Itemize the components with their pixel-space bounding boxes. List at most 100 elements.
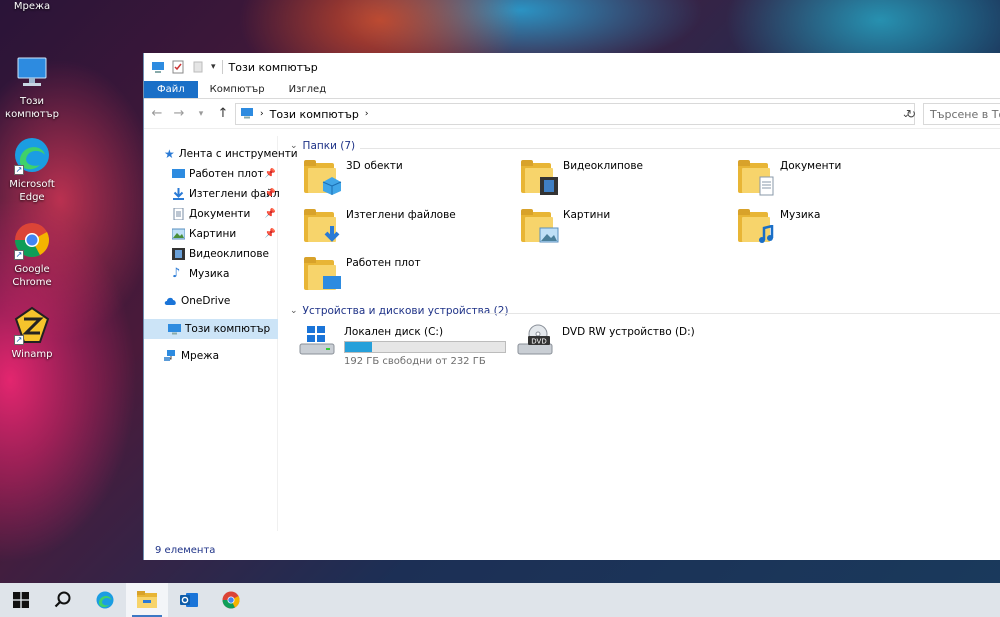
properties-icon[interactable] [171, 60, 185, 74]
music-note-icon: ♪ [172, 266, 181, 281]
folder-3d-objects[interactable]: 3D обекти [304, 160, 403, 195]
back-arrow-icon[interactable]: ← [150, 106, 164, 121]
search-icon [54, 591, 71, 608]
sidebar-item-label: Този компютър [185, 323, 271, 335]
desktop-icon-label: Winamp [11, 349, 53, 360]
tab-computer[interactable]: Компютър [198, 81, 277, 98]
desktop-icon-label: Мрежа [13, 1, 51, 12]
sidebar-item-label: Видеоклипове [189, 248, 269, 260]
search-input[interactable]: Търсене в Този компютър [923, 103, 1000, 125]
pin-icon[interactable]: 📌 [265, 229, 276, 239]
pin-icon[interactable]: 📌 [265, 169, 276, 179]
drive-c[interactable]: Локален диск (C:) 192 ГБ свободни от 232… [298, 324, 506, 367]
folder-desktop-icon [304, 257, 341, 291]
folder-name: Работен плот [346, 257, 421, 269]
folder-pictures-icon [521, 209, 559, 243]
sidebar-item-label: OneDrive [181, 295, 231, 307]
collapse-chevron-icon[interactable]: ⌄ [290, 306, 298, 316]
taskbar-file-explorer-button[interactable] [126, 583, 168, 617]
taskbar-edge-button[interactable] [84, 583, 126, 617]
drive-name: Локален диск (C:) [344, 326, 444, 338]
sidebar-item-desktop[interactable]: Работен плот 📌 [144, 164, 278, 184]
breadcrumb-separator-icon[interactable]: › [260, 109, 264, 119]
desktop-icon-chrome[interactable]: ↗ Google Chrome [2, 220, 62, 289]
sidebar-item-downloads[interactable]: Изтеглени файл 📌 [144, 184, 280, 204]
start-button[interactable] [0, 583, 42, 617]
folder-music[interactable]: Музика [738, 209, 820, 243]
desktop-icon-label: Microsoft Edge [9, 179, 55, 203]
navigation-pane: ★ Лента с инструменти Работен плот 📌 Изт… [144, 136, 298, 531]
sidebar-item-onedrive[interactable]: OneDrive [144, 291, 278, 311]
quick-access-dropdown-icon[interactable]: ▾ [211, 62, 216, 72]
collapse-chevron-icon[interactable]: ⌄ [290, 141, 298, 151]
windows-logo-icon [13, 592, 29, 608]
sidebar-item-label: Картини [189, 228, 237, 240]
folder-downloads[interactable]: Изтеглени файлове [304, 209, 456, 243]
status-bar-item-count: 9 елемента [155, 545, 216, 556]
cloud-icon [164, 295, 177, 307]
folder-desktop[interactable]: Работен плот [304, 257, 421, 291]
outlook-icon [180, 593, 198, 607]
breadcrumb[interactable]: Този компютър [270, 108, 359, 121]
folder-video-icon [521, 160, 558, 195]
picture-icon [171, 228, 186, 240]
search-button[interactable] [42, 583, 84, 617]
sidebar-item-music[interactable]: ♪ Музика [144, 264, 278, 284]
group-header-label: Папки (7) [302, 140, 356, 152]
drive-usage-fill [345, 342, 373, 352]
hard-drive-icon [298, 324, 336, 360]
desktop-icon-network[interactable]: Мрежа [2, 0, 62, 13]
desktop-icon-edge[interactable]: ↗ Microsoft Edge [2, 135, 62, 204]
refresh-icon[interactable]: ↻ [901, 103, 921, 125]
folder-name: Изтеглени файлове [346, 209, 456, 221]
file-explorer-icon [137, 591, 157, 608]
ribbon-tabs: Файл Компютър Изглед [144, 81, 1000, 99]
edge-icon [96, 591, 114, 609]
sidebar-item-quick-access[interactable]: ★ Лента с инструменти [144, 144, 298, 164]
sidebar-item-pictures[interactable]: Картини 📌 [144, 224, 278, 244]
sidebar-item-documents[interactable]: Документи 📌 [144, 204, 278, 224]
tab-file[interactable]: Файл [144, 81, 198, 98]
taskbar-chrome-button[interactable] [210, 583, 252, 617]
taskbar-outlook-button[interactable] [168, 583, 210, 617]
up-arrow-icon[interactable]: ↑ [216, 106, 230, 121]
star-icon: ★ [164, 147, 175, 161]
desktop-icon-this-pc[interactable]: Този компютър [2, 52, 62, 121]
svg-text:DVD: DVD [531, 338, 546, 346]
folder-music-icon [738, 209, 774, 243]
folder-name: Документи [780, 160, 842, 172]
desktop-icon [172, 168, 185, 180]
tab-view[interactable]: Изглед [277, 81, 339, 98]
folder-3d-icon [304, 160, 342, 195]
folders-group-header[interactable]: ⌄ Папки (7) [290, 140, 355, 152]
address-bar[interactable]: › Този компютър › ⌄ [235, 103, 915, 125]
devices-group-header[interactable]: ⌄ Устройства и дискови устройства (2) [290, 305, 508, 317]
desktop-icon-winamp[interactable]: ↗ Winamp [2, 305, 62, 361]
folder-name: Музика [780, 209, 821, 221]
folder-videos[interactable]: Видеоклипове [521, 160, 643, 195]
recent-locations-chevron-icon[interactable]: ▾ [194, 109, 208, 119]
download-arrow-icon [172, 188, 185, 200]
drive-d[interactable]: DVD DVD RW устройство (D:) [516, 324, 695, 360]
title-bar: ▾ Този компютър [144, 53, 1000, 81]
pin-icon[interactable]: 📌 [265, 209, 276, 219]
sidebar-item-this-pc[interactable]: Този компютър [144, 319, 278, 339]
folder-documents[interactable]: Документи [738, 160, 842, 196]
folder-name: Видеоклипове [563, 160, 643, 172]
sidebar-item-network[interactable]: Мрежа [144, 346, 278, 366]
forward-arrow-icon[interactable]: → [172, 106, 186, 121]
new-folder-icon[interactable] [191, 60, 205, 74]
sidebar-item-videos[interactable]: Видеоклипове [144, 244, 278, 264]
pin-icon[interactable]: 📌 [265, 189, 276, 199]
breadcrumb-separator-icon[interactable]: › [365, 109, 369, 119]
edge-icon: ↗ [12, 135, 52, 175]
shortcut-arrow-icon: ↗ [14, 335, 24, 345]
desktop-icon-label: Google Chrome [12, 264, 52, 288]
sidebar-item-label: Лента с инструменти [178, 148, 298, 160]
monitor-icon [12, 52, 52, 92]
drive-name: DVD RW устройство (D:) [562, 326, 695, 338]
drive-free-space: 192 ГБ свободни от 232 ГБ [344, 356, 486, 367]
folder-pictures[interactable]: Картини [521, 209, 610, 243]
folder-documents-icon [738, 160, 774, 196]
group-divider [478, 313, 1000, 314]
